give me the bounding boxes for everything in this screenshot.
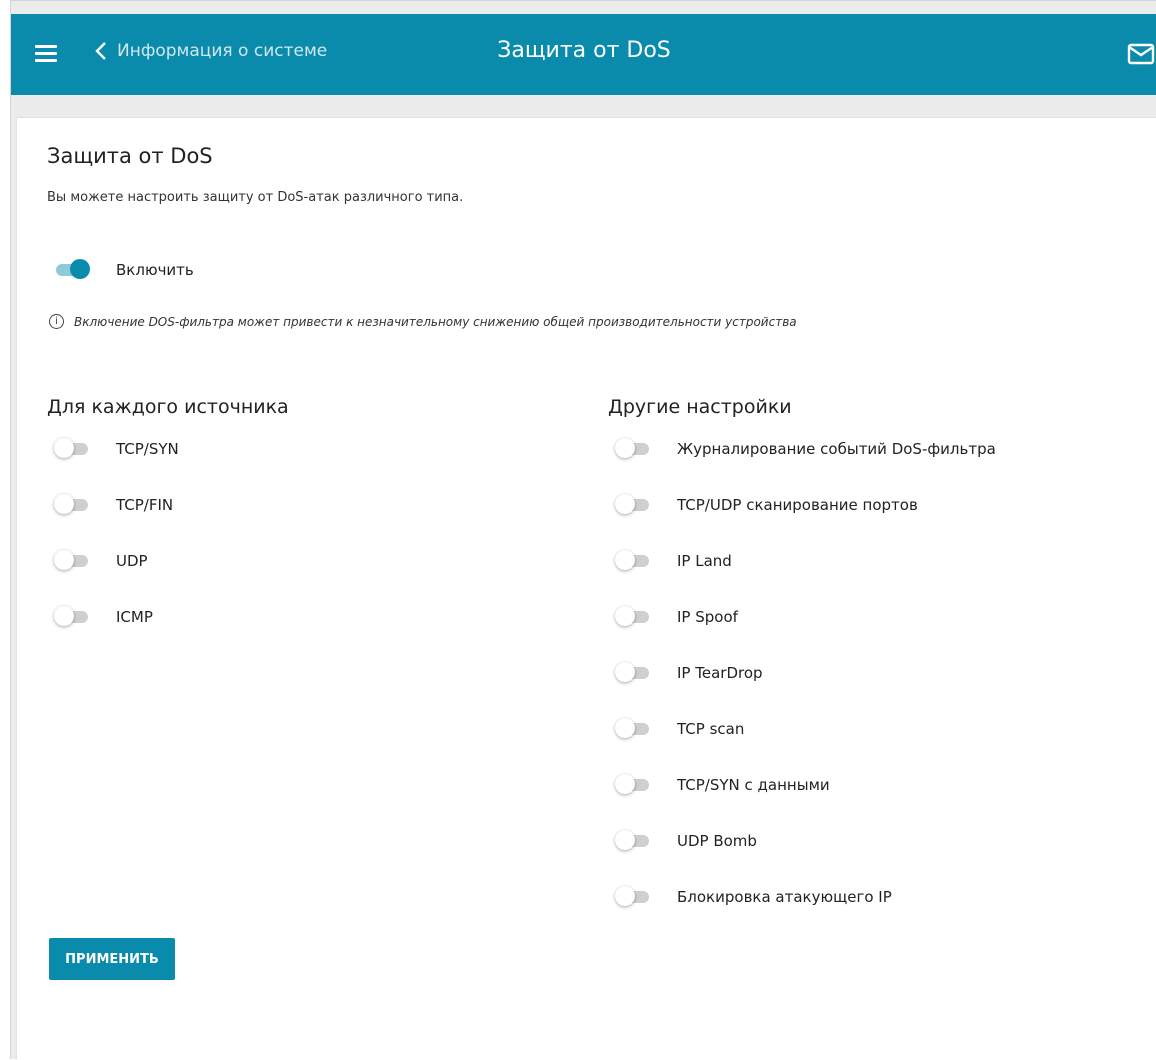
ip-land-toggle[interactable] — [615, 550, 651, 572]
tcp-fin-toggle[interactable] — [54, 494, 90, 516]
icmp-toggle[interactable] — [54, 606, 90, 628]
port-scan-toggle[interactable] — [615, 494, 651, 516]
other-item-tcp-scan: TCP scan — [615, 718, 744, 740]
per-source-item-tcp-fin: TCP/FIN — [54, 494, 173, 516]
toggle-label: TCP/FIN — [116, 496, 174, 514]
other-settings-title: Другие настройки — [608, 396, 792, 418]
other-item-dos-logging: Журналирование событий DoS-фильтра — [615, 438, 996, 460]
toggle-label: UDP Bomb — [677, 832, 757, 850]
toggle-label: IP TearDrop — [677, 664, 763, 682]
page-title: Защита от DoS — [497, 38, 671, 63]
note-text: Включение DOS-фильтра может привести к н… — [74, 314, 797, 329]
dos-logging-toggle[interactable] — [615, 438, 651, 460]
performance-note: i Включение DOS-фильтра может привести к… — [49, 314, 797, 329]
toggle-label: IP Spoof — [677, 608, 738, 626]
toggle-label: TCP/SYN — [116, 440, 179, 458]
tcp-syn-data-toggle[interactable] — [615, 774, 651, 796]
block-attacker-toggle[interactable] — [615, 886, 651, 908]
per-source-item-tcp-syn: TCP/SYN — [54, 438, 179, 460]
card-title: Защита от DoS — [47, 144, 213, 168]
udp-toggle[interactable] — [54, 550, 90, 572]
other-item-ip-land: IP Land — [615, 550, 732, 572]
toggle-label: TCP/UDP сканирование портов — [677, 496, 918, 514]
toggle-label: TCP scan — [677, 720, 745, 738]
tcp-scan-toggle[interactable] — [615, 718, 651, 740]
other-item-tcp-syn-data: TCP/SYN с данными — [615, 774, 830, 796]
toggle-label: TCP/SYN с данными — [677, 776, 830, 794]
other-item-port-scan: TCP/UDP сканирование портов — [615, 494, 918, 516]
card-description: Вы можете настроить защиту от DoS-атак р… — [47, 190, 464, 205]
per-source-item-icmp: ICMP — [54, 606, 153, 628]
other-item-ip-teardrop: IP TearDrop — [615, 662, 763, 684]
toggle-label: Блокировка атакующего IP — [677, 888, 892, 906]
toggle-label: Журналирование событий DoS-фильтра — [677, 440, 996, 458]
other-item-ip-spoof: IP Spoof — [615, 606, 738, 628]
top-bar: Информация о системе Защита от DoS — [11, 14, 1156, 95]
ip-teardrop-toggle[interactable] — [615, 662, 651, 684]
dos-settings-card: Защита от DoS Вы можете настроить защиту… — [17, 118, 1156, 1060]
apply-button[interactable]: ПРИМЕНИТЬ — [49, 938, 175, 980]
enable-toggle[interactable] — [54, 259, 90, 281]
ip-spoof-toggle[interactable] — [615, 606, 651, 628]
toggle-label: UDP — [116, 552, 148, 570]
tcp-syn-toggle[interactable] — [54, 438, 90, 460]
other-item-block-attacker: Блокировка атакующего IP — [615, 886, 892, 908]
enable-row: Включить — [54, 259, 194, 281]
mail-icon[interactable] — [1127, 42, 1156, 66]
info-icon: i — [49, 314, 64, 329]
toggle-label: ICMP — [116, 608, 153, 626]
app-frame: Информация о системе Защита от DoS Защит… — [10, 0, 1156, 1060]
per-source-title: Для каждого источника — [47, 396, 289, 418]
enable-label: Включить — [116, 261, 194, 279]
udp-bomb-toggle[interactable] — [615, 830, 651, 852]
per-source-item-udp: UDP — [54, 550, 148, 572]
other-item-udp-bomb: UDP Bomb — [615, 830, 757, 852]
toggle-label: IP Land — [677, 552, 732, 570]
